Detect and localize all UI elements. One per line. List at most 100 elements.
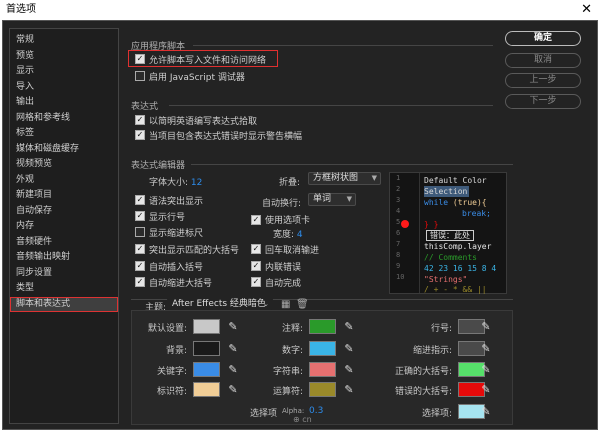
color-label: 行号:: [430, 324, 452, 334]
allow-write-checkbox[interactable]: ✓: [135, 54, 145, 64]
color-swatch[interactable]: [309, 382, 336, 397]
eyedropper-icon[interactable]: ✎: [342, 363, 356, 377]
cancel-button[interactable]: 取消: [505, 53, 581, 68]
line-number: 2: [396, 185, 401, 193]
eyedropper-icon[interactable]: ✎: [226, 363, 240, 377]
font-size-label: 字体大小: 12: [149, 178, 203, 188]
divider: [169, 105, 493, 106]
sidebar-item[interactable]: 音频输出映射: [10, 250, 118, 266]
sidebar-item[interactable]: 显示: [10, 64, 118, 80]
color-swatch[interactable]: [309, 341, 336, 356]
eyedropper-icon[interactable]: ✎: [479, 320, 493, 334]
pick-english-checkbox[interactable]: ✓: [135, 115, 145, 125]
eyedropper-icon[interactable]: ✎: [226, 320, 240, 334]
inline-errors-label: 内联错误: [265, 263, 302, 273]
code-line-error-brace: } }: [424, 220, 439, 229]
sidebar-item[interactable]: 脚本和表达式: [10, 296, 118, 312]
indent-guides-checkbox[interactable]: [135, 227, 145, 237]
color-label: 字符串:: [272, 367, 303, 377]
eyedropper-icon[interactable]: ✎: [226, 342, 240, 356]
theme-color-panel: 默认设置: ✎ 注释: ✎ 行号: ✎ 背景: ✎ 数字: ✎ 缩进指示: ✎ 关键字: ✎ 字符串: ✎ 正确…: [131, 310, 513, 425]
match-brackets-checkbox[interactable]: ✓: [135, 244, 145, 254]
color-swatch[interactable]: [309, 319, 336, 334]
eyedropper-icon[interactable]: ✎: [342, 342, 356, 356]
syntax-highlight-checkbox[interactable]: ✓: [135, 195, 145, 205]
sidebar-item[interactable]: 媒体和磁盘缓存: [10, 142, 118, 158]
color-label: 运算符:: [272, 387, 303, 397]
eyedropper-icon[interactable]: ✎: [226, 383, 240, 397]
color-label: 数字:: [281, 346, 303, 356]
auto-indent-checkbox[interactable]: ✓: [135, 277, 145, 287]
eyedropper-icon[interactable]: ✎: [342, 383, 356, 397]
line-number: 1: [396, 174, 401, 182]
next-button[interactable]: 下一步: [505, 94, 581, 109]
inline-errors-checkbox[interactable]: ✓: [251, 261, 261, 271]
sidebar-item[interactable]: 网格和参考线: [10, 111, 118, 127]
line-numbers-checkbox[interactable]: ✓: [135, 211, 145, 221]
sidebar-item[interactable]: 外观: [10, 173, 118, 189]
trash-icon[interactable]: 🗑: [296, 299, 309, 310]
chevron-down-icon: ▼: [346, 195, 352, 203]
warn-banner-checkbox[interactable]: ✓: [135, 130, 145, 140]
color-swatch[interactable]: [193, 319, 220, 334]
color-label: 缩进指示:: [412, 346, 452, 356]
sidebar-item[interactable]: 视频预览: [10, 157, 118, 173]
preferences-dialog: 常规 预览 显示 导入 输出 网格和参考线 标签 媒体和磁盘缓存 视频预览 外观 新建项目 自动保存内…: [2, 20, 598, 430]
divider: [191, 164, 513, 165]
sidebar-item[interactable]: 同步设置: [10, 266, 118, 282]
sidebar-item[interactable]: 常规: [10, 33, 118, 49]
autocomplete-checkbox[interactable]: ✓: [251, 277, 261, 287]
color-swatch[interactable]: [193, 382, 220, 397]
indent-guides-label: 显示缩进标尺: [149, 229, 204, 239]
color-swatch[interactable]: [193, 362, 220, 377]
fold-select[interactable]: 方框树状图 ▼: [308, 172, 381, 185]
color-label: 默认设置:: [147, 324, 187, 334]
js-debugger-label: 启用 JavaScript 调试器: [149, 73, 245, 83]
eyedropper-icon[interactable]: ✎: [342, 320, 356, 334]
line-number: 7: [396, 240, 401, 248]
sidebar-item[interactable]: 内存: [10, 219, 118, 235]
sidebar-item[interactable]: 导入: [10, 80, 118, 96]
auto-indent-label: 自动缩进大括号: [149, 279, 213, 289]
enter-accept-checkbox[interactable]: ✓: [251, 244, 261, 254]
pick-english-label: 以简明英语编写表达式拾取: [149, 117, 258, 127]
color-label: 正确的大括号:: [394, 367, 452, 377]
sidebar-item[interactable]: 自动保存: [10, 204, 118, 220]
width-value[interactable]: 4: [297, 230, 303, 240]
tabs-checkbox[interactable]: ✓: [251, 215, 261, 225]
color-swatch[interactable]: [193, 341, 220, 356]
prev-button[interactable]: 上一步: [505, 73, 581, 88]
alpha-label: Alpha:: [282, 407, 305, 415]
auto-brackets-checkbox[interactable]: ✓: [135, 261, 145, 271]
line-number: 6: [396, 229, 401, 237]
line-number: 4: [396, 207, 401, 215]
color-label: 标识符:: [156, 387, 187, 397]
code-line: Default Color: [424, 176, 487, 185]
sidebar-item[interactable]: 类型: [10, 281, 118, 297]
code-line-operators: / + - * && ||: [424, 285, 487, 294]
js-debugger-checkbox[interactable]: [135, 71, 145, 81]
eyedropper-icon[interactable]: ✎: [479, 342, 493, 356]
sidebar-item[interactable]: 输出: [10, 95, 118, 111]
code-line: break;: [462, 209, 491, 218]
width-label: 宽度: 4: [273, 230, 303, 240]
close-icon[interactable]: ✕: [581, 0, 592, 20]
sidebar-item[interactable]: 新建项目: [10, 188, 118, 204]
sidebar-item[interactable]: 预览: [10, 49, 118, 65]
color-label: 错误的大括号:: [394, 387, 452, 397]
autowrap-select[interactable]: 单词 ▼: [308, 193, 356, 206]
color-swatch[interactable]: [309, 362, 336, 377]
sidebar-item[interactable]: 音频硬件: [10, 235, 118, 251]
ok-button[interactable]: 确定: [505, 31, 581, 46]
syntax-highlight-label: 语法突出显示: [149, 197, 204, 207]
fold-label: 折叠:: [279, 178, 301, 188]
eyedropper-icon[interactable]: ✎: [479, 405, 493, 419]
window-title: 首选项: [6, 4, 36, 15]
color-label: 注释:: [281, 324, 303, 334]
eyedropper-icon[interactable]: ✎: [479, 383, 493, 397]
font-size-value[interactable]: 12: [191, 178, 202, 188]
eyedropper-icon[interactable]: ✎: [479, 363, 493, 377]
save-theme-icon[interactable]: ▦: [281, 299, 290, 310]
selection-label: 选择项: [250, 409, 278, 419]
sidebar-item[interactable]: 标签: [10, 126, 118, 142]
